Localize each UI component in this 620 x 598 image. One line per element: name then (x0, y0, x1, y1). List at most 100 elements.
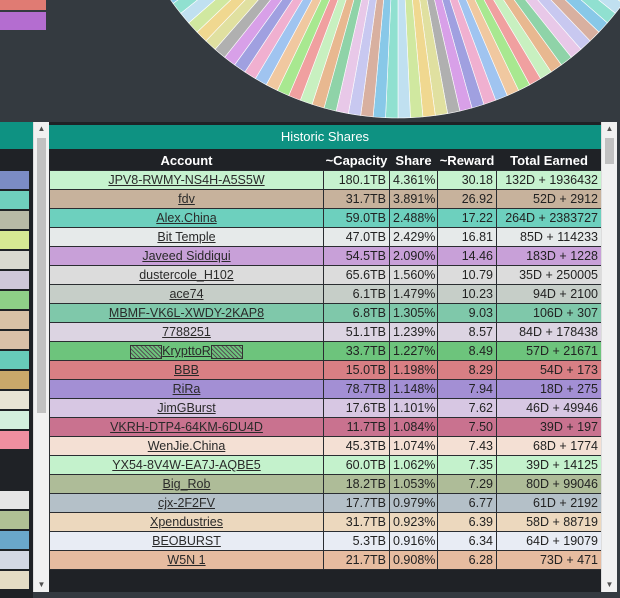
table-row[interactable]: W5N 1 21.7TB 0.908% 6.28 73D + 471 (49, 550, 601, 570)
share-cell: 1.227% (389, 341, 438, 361)
account-link[interactable]: JimGBurst (157, 401, 215, 415)
table-row[interactable]: JimGBurst 17.6TB 1.101% 7.62 46D + 49946 (49, 398, 601, 418)
total-earned-cell: 57D + 21671 (496, 341, 601, 361)
capacity-cell: 6.8TB (323, 303, 390, 323)
share-cell: 1.305% (389, 303, 438, 323)
account-link[interactable]: ace74 (169, 287, 203, 301)
account-link[interactable]: fdv (178, 192, 195, 206)
table-row[interactable]: JPV8-RWMY-NS4H-A5S5W 180.1TB 4.361% 30.18 13… (49, 170, 601, 190)
account-link[interactable]: WenJie.China (148, 439, 226, 453)
total-earned-cell: 85D + 114233 (496, 227, 601, 247)
table-row[interactable]: VKRH-DTP4-64KM-6DU4D 11.7TB 1.084% 7.50 39D … (49, 417, 601, 437)
reward-cell: 8.57 (437, 322, 497, 342)
account-link[interactable]: YX54-8V4W-EA7J-AQBE5 (112, 458, 260, 472)
share-cell: 1.101% (389, 398, 438, 418)
account-cell: BEOBURST (49, 531, 324, 551)
reward-cell: 7.62 (437, 398, 497, 418)
capacity-cell: 33.7TB (323, 341, 390, 361)
table-row[interactable]: dustercole_H102 65.6TB 1.560% 10.79 35D + 25… (49, 265, 601, 285)
account-link[interactable]: Bit Temple (157, 230, 215, 244)
scroll-down-arrow-icon[interactable]: ▼ (602, 578, 617, 592)
scroll-down-arrow-icon[interactable]: ▼ (34, 578, 49, 592)
account-link[interactable]: BBB (174, 363, 199, 377)
table-row[interactable]: Javeed Siddiqui 54.5TB 2.090% 14.46 183D + 1… (49, 246, 601, 266)
account-link[interactable]: cjx-2F2FV (158, 496, 215, 510)
account-link[interactable]: W5N 1 (167, 553, 205, 567)
share-cell: 1.560% (389, 265, 438, 285)
reward-cell: 16.81 (437, 227, 497, 247)
table-row[interactable]: cjx-2F2FV 17.7TB 0.979% 6.77 61D + 2192 (49, 493, 601, 513)
scroll-up-arrow-icon[interactable]: ▲ (34, 122, 49, 136)
total-earned-cell: 39D + 14125 (496, 455, 601, 475)
capacity-cell: 59.0TB (323, 208, 390, 228)
table-row[interactable]: YX54-8V4W-EA7J-AQBE5 60.0TB 1.062% 7.35 39D … (49, 455, 601, 475)
table-row[interactable]: fdv 31.7TB 3.891% 26.92 52D + 2912 (49, 189, 601, 209)
share-cell: 0.979% (389, 493, 438, 513)
scrollbar-thumb[interactable] (37, 138, 46, 413)
left-panel-row (0, 511, 29, 529)
table-row[interactable]: MBMF-VK6L-XWDY-2KAP8 6.8TB 1.305% 9.03 106D … (49, 303, 601, 323)
table-row[interactable]: WenJie.China 45.3TB 1.074% 7.43 68D + 1774 (49, 436, 601, 456)
left-panel-row (0, 231, 29, 249)
account-link[interactable]: 7788251 (162, 325, 211, 339)
left-scrollbar[interactable]: ▲ ▼ (33, 122, 49, 592)
table-row[interactable]: RiRa 78.7TB 1.148% 7.94 18D + 275 (49, 379, 601, 399)
capacity-cell: 18.2TB (323, 474, 390, 494)
table-row[interactable]: Big_Rob 18.2TB 1.053% 7.29 80D + 99046 (49, 474, 601, 494)
scrollbar-thumb[interactable] (605, 138, 614, 164)
account-link[interactable]: JPV8-RWMY-NS4H-A5S5W (108, 173, 264, 187)
account-cell: fdv (49, 189, 324, 209)
account-cell: Big_Rob (49, 474, 324, 494)
historic-shares-panel: Historic Shares Account ~Capacity Share … (49, 122, 601, 592)
table-row[interactable]: Alex.China 59.0TB 2.488% 17.22 264D + 238372… (49, 208, 601, 228)
total-earned-cell: 35D + 250005 (496, 265, 601, 285)
reward-cell: 6.39 (437, 512, 497, 532)
capacity-cell: 65.6TB (323, 265, 390, 285)
account-link[interactable]: MBMF-VK6L-XWDY-2KAP8 (109, 306, 264, 320)
share-cell: 1.198% (389, 360, 438, 380)
account-link[interactable]: Javeed Siddiqui (142, 249, 230, 263)
left-panel-row (0, 371, 29, 389)
share-cell: 3.891% (389, 189, 438, 209)
table-row[interactable]: ace74 6.1TB 1.479% 10.23 94D + 2100 (49, 284, 601, 304)
column-header-account[interactable]: Account (49, 150, 324, 171)
table-row[interactable]: BEOBURST 5.3TB 0.916% 6.34 64D + 19079 (49, 531, 601, 551)
total-earned-cell: 73D + 471 (496, 550, 601, 570)
account-cell: WenJie.China (49, 436, 324, 456)
table-row[interactable]: Xpendustries 31.7TB 0.923% 6.39 58D + 88719 (49, 512, 601, 532)
account-cell: dustercole_H102 (49, 265, 324, 285)
table-row[interactable]: BBB 15.0TB 1.198% 8.29 54D + 173 (49, 360, 601, 380)
account-cell: YX54-8V4W-EA7J-AQBE5 (49, 455, 324, 475)
account-cell: RiRa (49, 379, 324, 399)
left-panel-row (0, 291, 29, 309)
total-earned-cell: 52D + 2912 (496, 189, 601, 209)
reward-cell: 8.49 (437, 341, 497, 361)
account-link[interactable]: BEOBURST (152, 534, 221, 548)
account-link[interactable]: KrypttoR (162, 344, 211, 358)
account-link[interactable]: dustercole_H102 (139, 268, 234, 282)
total-earned-cell: 64D + 19079 (496, 531, 601, 551)
account-link[interactable]: VKRH-DTP4-64KM-6DU4D (110, 420, 263, 434)
table-row[interactable]: KrypttoR 33.7TB 1.227% 8.49 57D + 21671 (49, 341, 601, 361)
table-row[interactable]: 7788251 51.1TB 1.239% 8.57 84D + 178438 (49, 322, 601, 342)
account-link[interactable]: RiRa (173, 382, 201, 396)
right-scrollbar[interactable]: ▲ ▼ (601, 122, 617, 592)
column-header-total-earned[interactable]: Total Earned (496, 150, 601, 171)
account-cell: MBMF-VK6L-XWDY-2KAP8 (49, 303, 324, 323)
capacity-cell: 51.1TB (323, 322, 390, 342)
capacity-cell: 31.7TB (323, 189, 390, 209)
left-panel-row (0, 191, 29, 209)
column-header-capacity[interactable]: ~Capacity (323, 150, 390, 171)
share-cell: 4.361% (389, 170, 438, 190)
total-earned-cell: 58D + 88719 (496, 512, 601, 532)
account-link[interactable]: Xpendustries (150, 515, 223, 529)
scroll-up-arrow-icon[interactable]: ▲ (602, 122, 617, 136)
table-row[interactable]: Bit Temple 47.0TB 2.429% 16.81 85D + 114233 (49, 227, 601, 247)
account-link[interactable]: Big_Rob (163, 477, 211, 491)
account-link[interactable]: Alex.China (156, 211, 216, 225)
left-panel-row (0, 551, 29, 569)
capacity-cell: 17.6TB (323, 398, 390, 418)
left-panel-row (0, 431, 29, 449)
column-header-share[interactable]: Share (389, 150, 438, 171)
column-header-reward[interactable]: ~Reward (437, 150, 497, 171)
